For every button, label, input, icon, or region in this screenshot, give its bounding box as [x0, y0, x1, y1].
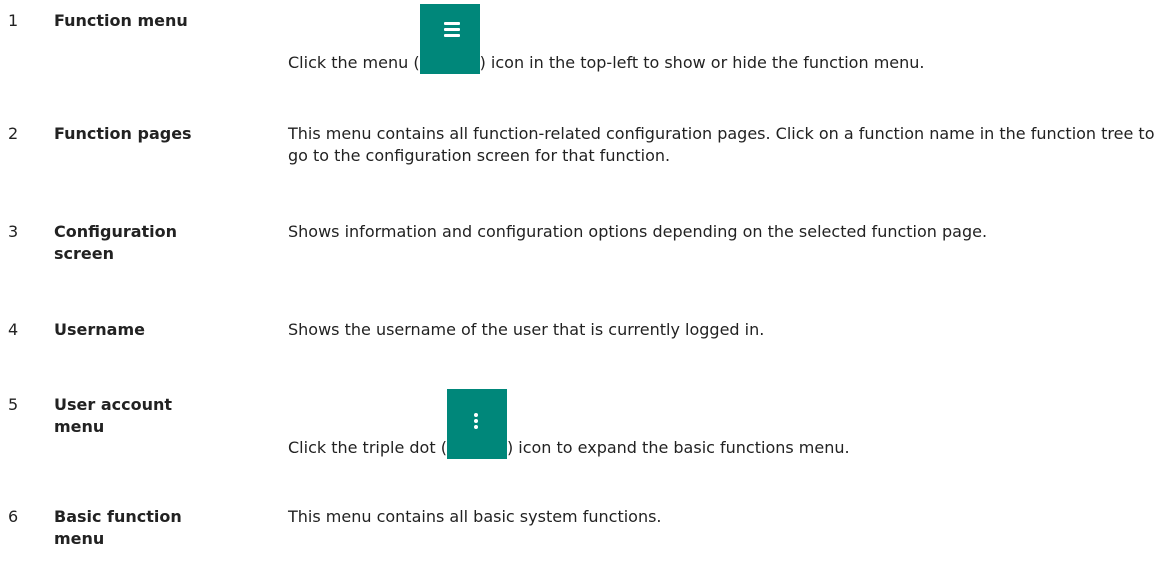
item-description: Click the triple dot ( ) icon to expand t…: [288, 389, 1160, 459]
desc-before: Click the triple dot (: [288, 438, 447, 457]
item-term: Basic function menu: [54, 507, 182, 548]
desc-after: ) icon in the top-left to show or hide t…: [479, 53, 925, 72]
triple-dot-icon: [446, 389, 507, 459]
item-description: Shows the username of the user that is c…: [288, 320, 765, 339]
item-term: User account menu: [54, 395, 173, 436]
item-number: 1: [8, 11, 19, 30]
item-description: This menu contains all function-related …: [288, 124, 1155, 165]
item-number: 6: [8, 507, 19, 526]
item-number: 2: [8, 124, 19, 143]
item-number: 5: [8, 395, 19, 414]
item-description: Click the menu ( ) icon in the top-left t…: [288, 4, 1160, 74]
item-term: Function menu: [54, 11, 188, 30]
item-number: 3: [8, 222, 19, 241]
item-term: Username: [54, 320, 145, 339]
hamburger-menu-icon: [419, 4, 480, 74]
item-term: Configuration screen: [54, 222, 178, 263]
item-term: Function pages: [54, 124, 192, 143]
item-description: Shows information and configuration opti…: [288, 222, 988, 241]
item-number: 4: [8, 320, 19, 339]
desc-before: Click the menu (: [288, 53, 420, 72]
desc-after: ) icon to expand the basic functions men…: [506, 438, 850, 457]
item-description: This menu contains all basic system func…: [288, 507, 662, 526]
